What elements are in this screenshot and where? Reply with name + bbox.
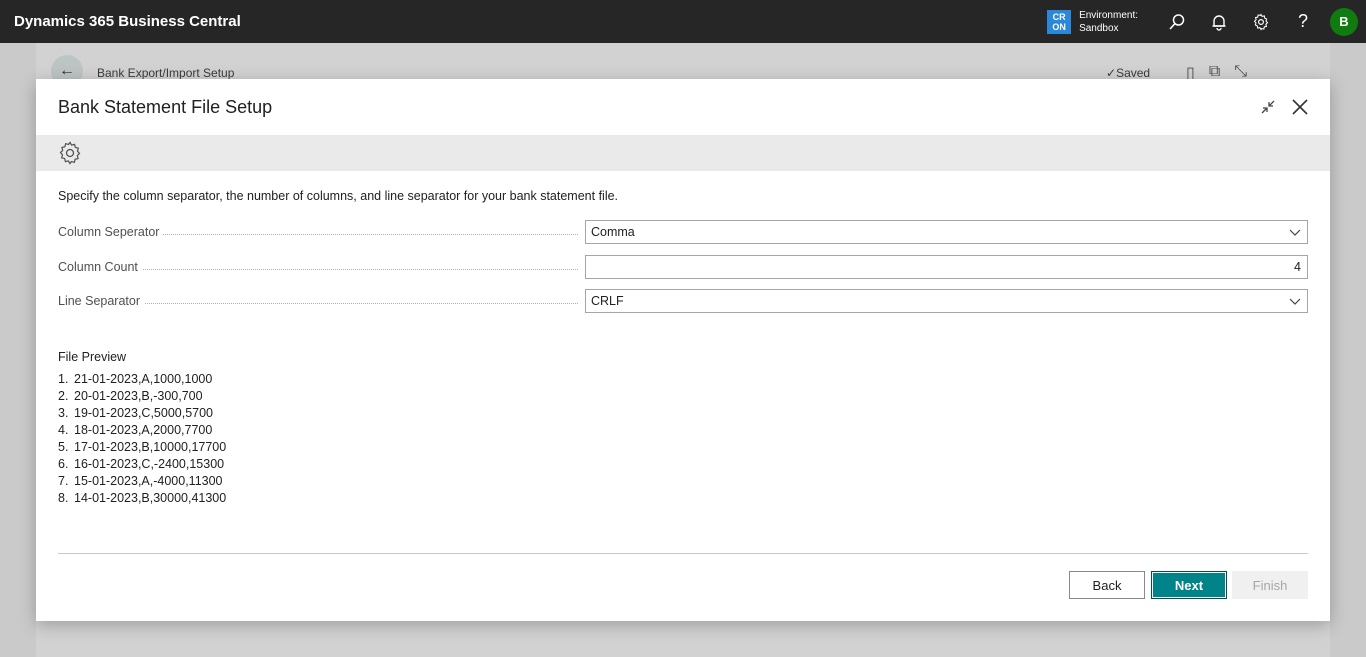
- settings-button[interactable]: [1240, 0, 1282, 43]
- column-count-label: Column Count: [58, 260, 142, 274]
- gear-icon: [59, 141, 81, 165]
- list-item: 8. 14-01-2023,B,30000,41300: [58, 491, 227, 505]
- close-icon: [1292, 99, 1308, 115]
- notifications-button[interactable]: [1198, 0, 1240, 43]
- top-bar-actions: CR ON Environment: Sandbox ? B: [1047, 0, 1366, 43]
- bell-icon: [1212, 14, 1226, 31]
- field-line-separator: Line Separator CRLF: [58, 289, 1308, 313]
- dialog-actions: [1258, 97, 1310, 117]
- top-bar: Dynamics 365 Business Central CR ON Envir…: [0, 0, 1366, 43]
- column-separator-value: Comma: [591, 225, 635, 239]
- collapse-icon: [1261, 100, 1275, 114]
- settings-button[interactable]: [58, 141, 82, 165]
- dialog-toolbar: [36, 135, 1330, 171]
- line-separator-label: Line Separator: [58, 294, 145, 308]
- column-count-input[interactable]: 4: [585, 255, 1308, 279]
- gear-icon: [1253, 13, 1269, 30]
- help-button[interactable]: ?: [1282, 0, 1324, 43]
- list-item: 6. 16-01-2023,C,-2400,15300: [58, 457, 225, 471]
- line-separator-dropdown[interactable]: CRLF: [585, 289, 1308, 313]
- field-column-separator: Column Seperator Comma: [58, 220, 1308, 244]
- collapse-dialog-button[interactable]: [1258, 97, 1278, 117]
- search-icon: [1169, 13, 1185, 30]
- user-avatar[interactable]: B: [1330, 7, 1358, 36]
- line-separator-value: CRLF: [591, 294, 624, 308]
- field-column-count: Column Count 4: [58, 255, 1308, 279]
- column-separator-label: Column Seperator: [58, 225, 164, 239]
- chevron-down-icon: [1289, 298, 1301, 305]
- environment-name: Sandbox: [1079, 22, 1119, 34]
- search-button[interactable]: [1156, 0, 1198, 43]
- environment-info[interactable]: Environment: Sandbox: [1079, 9, 1138, 35]
- file-preview-list: 1. 21-01-2023,A,1000,1000 2. 20-01-2023,B,…: [58, 371, 226, 507]
- dialog-title: Bank Statement File Setup: [58, 97, 273, 117]
- app-title[interactable]: Dynamics 365 Business Central: [14, 13, 241, 30]
- footer-divider: [58, 553, 1308, 554]
- instruction-text: Specify the column separator, the number…: [58, 189, 619, 203]
- list-item: 7. 15-01-2023,A,-4000,11300: [58, 474, 223, 488]
- environment-badge[interactable]: CR ON: [1047, 9, 1072, 34]
- back-button[interactable]: Back: [1069, 571, 1145, 599]
- environment-label: Environment:: [1079, 9, 1138, 21]
- close-dialog-button[interactable]: [1290, 97, 1310, 117]
- environment-badge-text: CR ON: [1052, 11, 1066, 32]
- bank-statement-file-setup-dialog: Bank Statement File Setup Specify the co…: [36, 79, 1330, 621]
- list-item: 1. 21-01-2023,A,1000,1000: [58, 372, 213, 386]
- list-item: 4. 18-01-2023,A,2000,7700: [58, 423, 213, 437]
- list-item: 3. 19-01-2023,C,5000,5700: [58, 406, 214, 420]
- list-item: 5. 17-01-2023,B,10000,17700: [58, 440, 227, 454]
- column-separator-dropdown[interactable]: Comma: [585, 220, 1308, 244]
- help-icon: ?: [1297, 11, 1308, 31]
- column-count-value: 4: [1294, 260, 1301, 274]
- next-button[interactable]: Next: [1151, 571, 1227, 599]
- finish-button[interactable]: Finish: [1232, 571, 1308, 599]
- file-preview-title: File Preview: [58, 350, 127, 364]
- list-item: 2. 20-01-2023,B,-300,700: [58, 389, 203, 403]
- chevron-down-icon: [1289, 229, 1301, 236]
